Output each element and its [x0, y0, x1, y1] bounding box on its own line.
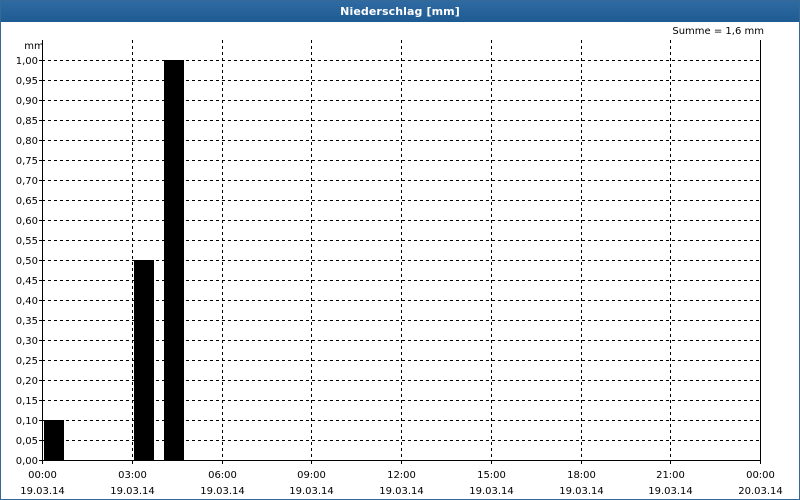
x-tick-time-label: 21:00 [656, 470, 685, 481]
y-tick-label: 0,60 [16, 216, 38, 227]
x-tick-date-label: 20.03.14 [738, 486, 783, 497]
y-tick-label: 0,35 [16, 316, 38, 327]
y-tick-label: 0,20 [16, 376, 38, 387]
x-tick-date-label: 19.03.14 [648, 486, 693, 497]
y-tick-label: 0,05 [16, 436, 38, 447]
y-tick-label: 0,15 [16, 396, 38, 407]
precipitation-bar [134, 260, 154, 460]
y-tick-label: 0,00 [16, 456, 38, 467]
y-tick-label: 0,50 [16, 256, 38, 267]
x-tick-time-label: 15:00 [477, 470, 506, 481]
x-tick-time-label: 18:00 [567, 470, 596, 481]
y-tick-label: 0,80 [16, 136, 38, 147]
x-tick-date-label: 19.03.14 [379, 486, 424, 497]
x-tick-date-label: 19.03.14 [110, 486, 155, 497]
x-tick-time-label: 00:00 [28, 470, 57, 481]
x-tick-date-label: 19.03.14 [20, 486, 65, 497]
x-tick-time-label: 09:00 [297, 470, 326, 481]
x-tick-date-label: 19.03.14 [469, 486, 514, 497]
y-tick-label: 0,25 [16, 356, 38, 367]
y-axis-unit-label: mm [24, 41, 43, 52]
y-tick-label: 0,65 [16, 196, 38, 207]
y-tick-label: 0,70 [16, 176, 38, 187]
y-tick-label: 0,10 [16, 416, 38, 427]
y-tick-label: 0,45 [16, 276, 38, 287]
y-tick-label: 0,85 [16, 116, 38, 127]
x-tick-time-label: 06:00 [208, 470, 237, 481]
y-tick-label: 0,90 [16, 96, 38, 107]
precipitation-bar [164, 60, 184, 460]
y-tick-label: 0,95 [16, 76, 38, 87]
y-tick-label: 1,00 [16, 56, 38, 67]
x-tick-time-label: 00:00 [746, 470, 775, 481]
y-tick-label: 0,75 [16, 156, 38, 167]
x-tick-date-label: 19.03.14 [200, 486, 245, 497]
y-tick-label: 0,30 [16, 336, 38, 347]
precipitation-bar [44, 420, 64, 460]
x-tick-date-label: 19.03.14 [559, 486, 604, 497]
x-tick-time-label: 03:00 [118, 470, 147, 481]
x-tick-date-label: 19.03.14 [289, 486, 334, 497]
precipitation-chart: 0,00 0,05 0,10 0,15 0,20 0,25 0,30 0,35 0,40 0,45… [16, 40, 783, 497]
y-tick-label: 0,40 [16, 296, 38, 307]
x-tick-time-label: 12:00 [387, 470, 416, 481]
label-layer: 0,00 0,05 0,10 0,15 0,20 0,25 0,30 0,35 0,40 0,45… [16, 41, 783, 497]
y-tick-label: 0,55 [16, 236, 38, 247]
